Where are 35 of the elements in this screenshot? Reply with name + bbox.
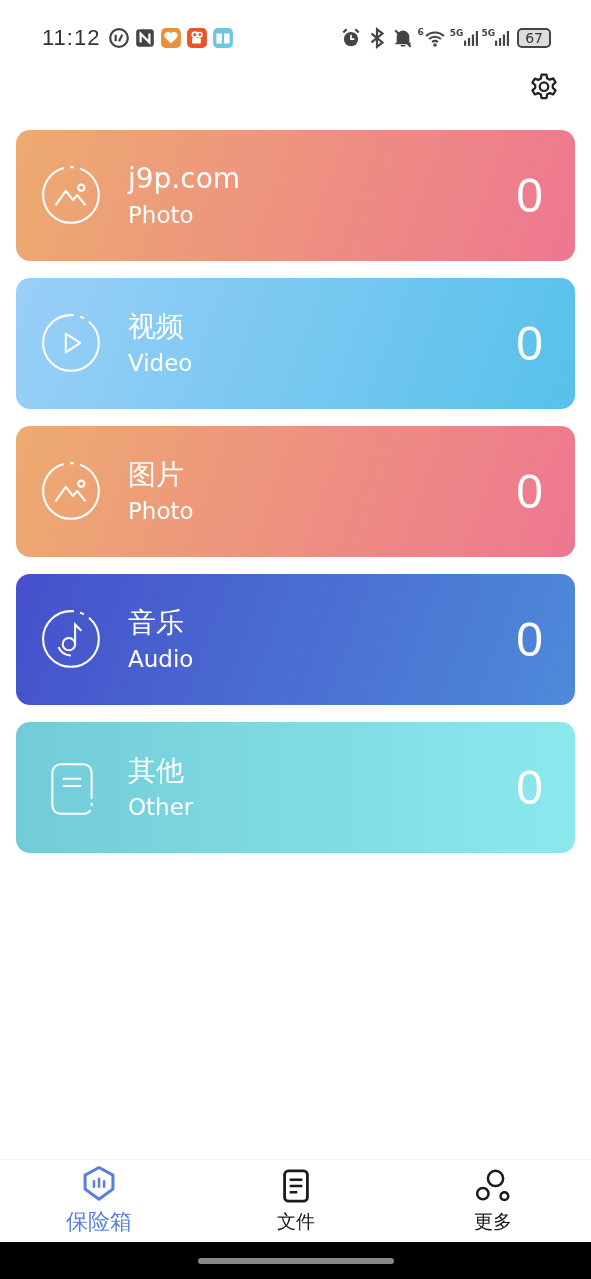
category-title: 其他 xyxy=(128,753,185,788)
category-title: 图片 xyxy=(128,457,185,492)
item-count: 0 xyxy=(516,464,543,519)
category-card[interactable]: 音乐 Audio 0 xyxy=(16,574,575,705)
clock-time: 11:12 xyxy=(42,25,101,51)
nfc-icon xyxy=(134,27,157,49)
category-card[interactable]: 图片 Photo 0 xyxy=(16,426,575,557)
category-subtitle: Video xyxy=(128,348,194,378)
wifi-label: 6 xyxy=(417,27,424,37)
circle-badge-icon xyxy=(108,27,131,49)
category-subtitle: Photo xyxy=(128,496,195,526)
signal-bars-icon xyxy=(495,28,510,48)
category-card[interactable]: 视频 Video 0 xyxy=(16,278,575,409)
heart-app-icon xyxy=(160,27,183,49)
category-title: j9p.com xyxy=(128,161,242,196)
item-count: 0 xyxy=(516,316,543,371)
item-count: 0 xyxy=(516,168,543,223)
nav-tab[interactable]: 更多 xyxy=(394,1160,591,1242)
item-count: 0 xyxy=(516,760,543,815)
category-title: 音乐 xyxy=(128,605,185,640)
category-subtitle: Photo xyxy=(128,200,195,230)
item-count: 0 xyxy=(516,612,543,667)
video-app-icon xyxy=(186,27,209,49)
home-indicator[interactable] xyxy=(197,1257,394,1264)
book-app-icon xyxy=(212,27,235,49)
battery-level: 67 xyxy=(517,28,551,48)
category-subtitle: Other xyxy=(128,792,195,822)
signal-bars-icon xyxy=(463,28,478,48)
category-title: 视频 xyxy=(128,309,185,344)
nav-tab[interactable]: 保险箱 xyxy=(0,1160,197,1242)
signal-label: 5G xyxy=(481,28,496,38)
nav-tab[interactable]: 文件 xyxy=(197,1160,394,1242)
category-subtitle: Audio xyxy=(128,644,195,674)
signal-label: 5G xyxy=(449,28,464,38)
category-card[interactable]: j9p.com Photo 0 xyxy=(16,130,575,261)
